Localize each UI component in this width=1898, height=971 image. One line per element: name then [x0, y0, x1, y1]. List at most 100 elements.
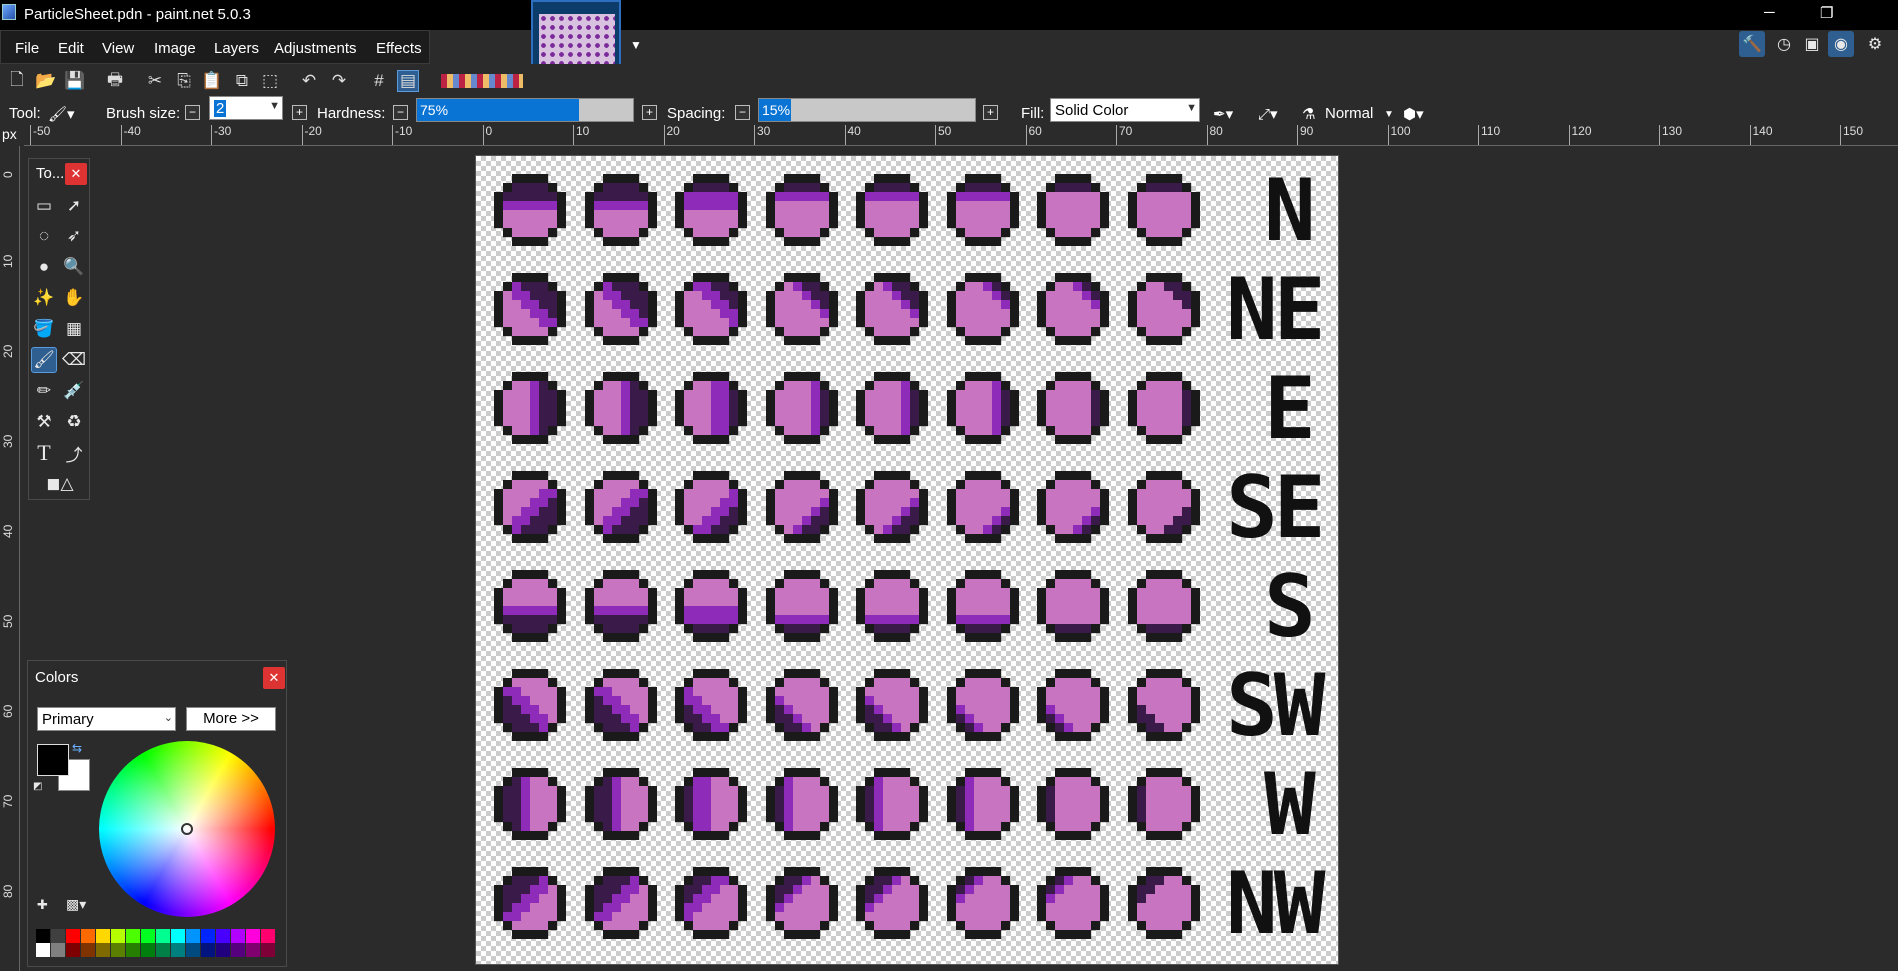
new-file-icon[interactable]: 🗋: [6, 70, 28, 92]
lasso-select-icon[interactable]: ◌: [31, 223, 57, 249]
palette-swatch[interactable]: [141, 943, 155, 957]
palette-swatch[interactable]: [156, 943, 170, 957]
pencil-icon[interactable]: ✏: [31, 378, 57, 404]
shapes-icon[interactable]: ◼△: [37, 471, 83, 497]
color-wheel[interactable]: [99, 741, 275, 917]
palette-swatch[interactable]: [246, 929, 260, 943]
selection-clipping-icon[interactable]: ⬢▾: [1403, 105, 1424, 123]
palette-swatch[interactable]: [216, 943, 230, 957]
palette-swatch[interactable]: [96, 943, 110, 957]
image-list-thumbnails[interactable]: [441, 74, 523, 88]
antialiasing-icon[interactable]: ✒▾: [1213, 105, 1233, 123]
blend-mode-flask-icon[interactable]: ⚗: [1302, 105, 1315, 123]
palette-swatch[interactable]: [171, 943, 185, 957]
print-icon[interactable]: 🖶: [104, 70, 126, 92]
layers-window-toggle-icon[interactable]: ▣: [1799, 31, 1825, 57]
brush-size-increase-button[interactable]: +: [292, 105, 307, 120]
palette-swatch[interactable]: [36, 943, 50, 957]
menu-image[interactable]: Image: [154, 40, 196, 57]
paste-icon[interactable]: 📋: [201, 70, 223, 92]
palette-menu-icon[interactable]: ▩▾: [66, 896, 86, 913]
palette-swatch[interactable]: [111, 943, 125, 957]
ellipse-select-icon[interactable]: ●: [31, 254, 57, 280]
palette-swatch[interactable]: [201, 929, 215, 943]
palette-swatch[interactable]: [186, 943, 200, 957]
rulers-toggle-icon[interactable]: ▤: [397, 70, 419, 92]
palette-swatch[interactable]: [96, 929, 110, 943]
palette-swatch[interactable]: [231, 943, 245, 957]
rectangle-select-icon[interactable]: ▭: [31, 193, 57, 219]
cut-icon[interactable]: ✂: [144, 70, 166, 92]
palette-swatch[interactable]: [186, 929, 200, 943]
chevron-down-icon[interactable]: ⌄: [164, 711, 173, 724]
palette-swatch[interactable]: [66, 943, 80, 957]
clone-stamp-icon[interactable]: ⚒: [31, 409, 57, 435]
brush-size-value[interactable]: 2: [214, 100, 227, 117]
copy-icon[interactable]: ⎘: [173, 70, 195, 92]
palette-swatch[interactable]: [81, 929, 95, 943]
blend-mode-value[interactable]: Normal: [1325, 105, 1373, 122]
pixel-grid-icon[interactable]: #: [368, 70, 390, 92]
settings-gear-icon[interactable]: ⚙: [1862, 31, 1888, 57]
palette-swatch[interactable]: [156, 929, 170, 943]
undo-icon[interactable]: ↶: [298, 70, 320, 92]
paint-bucket-icon[interactable]: 🪣: [31, 316, 57, 342]
palette-swatch[interactable]: [261, 929, 275, 943]
palette-swatch[interactable]: [246, 943, 260, 957]
palette-swatch[interactable]: [141, 929, 155, 943]
move-selection-icon[interactable]: ➶: [61, 223, 87, 249]
menu-layers[interactable]: Layers: [214, 40, 259, 57]
magic-wand-icon[interactable]: ✨: [31, 285, 57, 311]
menu-effects[interactable]: Effects: [376, 40, 422, 57]
menu-view[interactable]: View: [102, 40, 134, 57]
palette-swatch[interactable]: [81, 943, 95, 957]
fill-mode-combobox[interactable]: Solid Color ▼: [1050, 98, 1200, 122]
pan-hand-icon[interactable]: ✋: [61, 285, 87, 311]
palette-swatch[interactable]: [126, 929, 140, 943]
palette-swatch[interactable]: [111, 929, 125, 943]
menu-edit[interactable]: Edit: [58, 40, 84, 57]
more-colors-button[interactable]: More >>: [186, 707, 276, 731]
image-canvas[interactable]: N NE E SE S SW W NW: [475, 155, 1339, 965]
paintbrush-icon[interactable]: 🖌: [31, 347, 57, 373]
palette-swatch[interactable]: [51, 929, 65, 943]
ruler-unit[interactable]: px: [0, 126, 24, 146]
palette-swatch[interactable]: [66, 929, 80, 943]
palette-swatch[interactable]: [36, 929, 50, 943]
spacing-increase-button[interactable]: +: [983, 105, 998, 120]
palette-swatch[interactable]: [216, 929, 230, 943]
palette-swatch[interactable]: [261, 943, 275, 957]
deselect-icon[interactable]: ⬚: [259, 70, 281, 92]
redo-icon[interactable]: ↷: [328, 70, 350, 92]
minimize-button[interactable]: ─: [1764, 4, 1775, 21]
hardness-increase-button[interactable]: +: [642, 105, 657, 120]
palette-swatch[interactable]: [51, 943, 65, 957]
spacing-decrease-button[interactable]: −: [735, 105, 750, 120]
open-file-icon[interactable]: 📂: [35, 70, 57, 92]
paintbrush-tool-icon[interactable]: 🖌▾: [48, 105, 75, 123]
chevron-down-icon[interactable]: ▼: [269, 100, 280, 112]
menu-adjustments[interactable]: Adjustments: [274, 40, 357, 57]
spacing-slider[interactable]: 15%: [758, 98, 976, 122]
swap-colors-icon[interactable]: ⇆: [72, 741, 82, 755]
move-selected-icon[interactable]: ➚: [61, 193, 87, 219]
palette-swatch[interactable]: [231, 929, 245, 943]
sampling-icon[interactable]: ⤢▾: [1258, 105, 1278, 123]
palette-swatch[interactable]: [201, 943, 215, 957]
color-picker-icon[interactable]: 💉: [61, 378, 87, 404]
menu-file[interactable]: File: [15, 40, 39, 57]
color-wheel-cursor[interactable]: [181, 823, 193, 835]
color-mode-select[interactable]: Primary ⌄: [37, 707, 176, 731]
eraser-icon[interactable]: ⌫: [61, 347, 87, 373]
recolor-icon[interactable]: ♻: [61, 409, 87, 435]
colors-window-toggle-icon[interactable]: ◉: [1828, 31, 1854, 57]
tools-panel-close-button[interactable]: ✕: [65, 163, 87, 185]
brush-size-combobox[interactable]: 2 ▼: [209, 96, 283, 120]
chevron-down-icon[interactable]: ▼: [1186, 102, 1197, 114]
zoom-icon[interactable]: 🔍: [61, 254, 87, 280]
gradient-icon[interactable]: ▦: [61, 316, 87, 342]
hardness-decrease-button[interactable]: −: [393, 105, 408, 120]
restore-button[interactable]: ❐: [1820, 4, 1833, 22]
tab-dropdown-icon[interactable]: ▼: [630, 38, 642, 52]
text-tool-icon[interactable]: T: [31, 440, 57, 466]
